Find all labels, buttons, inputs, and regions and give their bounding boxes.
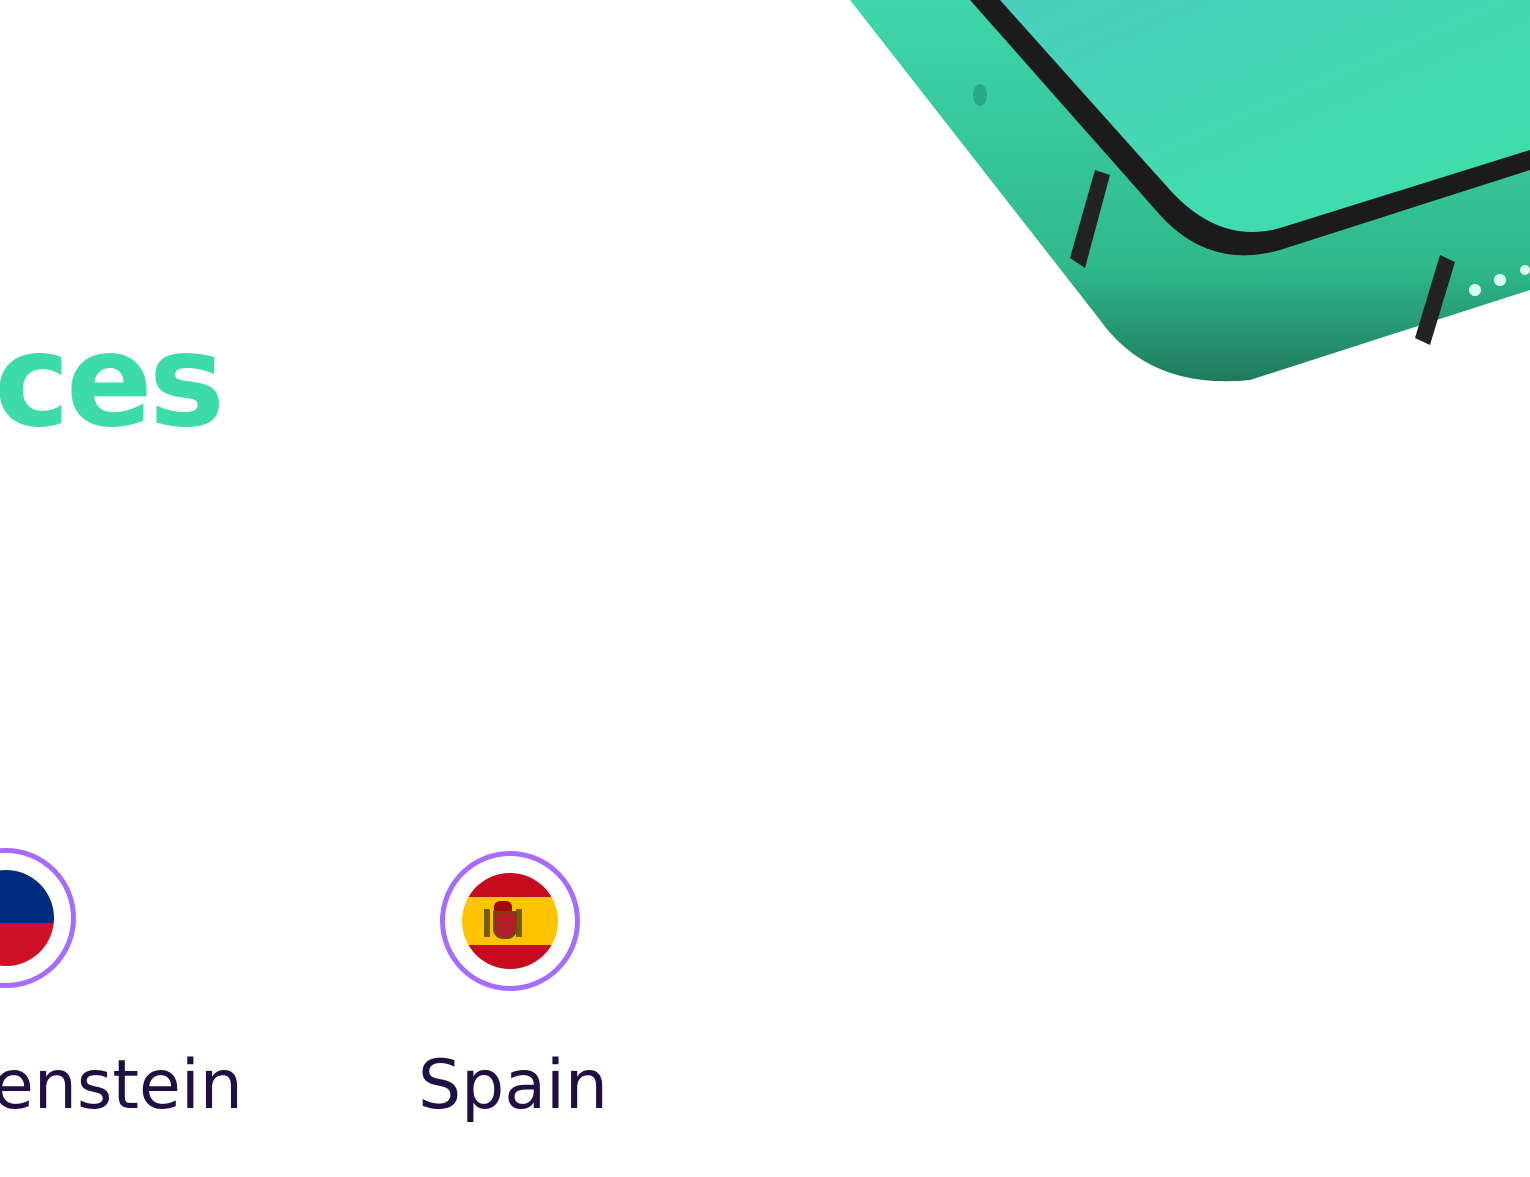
country-name: enstein [0, 1046, 243, 1125]
flag-ring [0, 848, 76, 988]
liechtenstein-flag-icon [0, 870, 54, 966]
coat-of-arms-icon [484, 901, 522, 943]
flag-ring [440, 851, 580, 991]
hero-heading: ces [0, 307, 225, 456]
phone-illustration [850, 0, 1530, 382]
country-name: Spain [418, 1046, 608, 1125]
spain-flag-icon [462, 873, 558, 969]
